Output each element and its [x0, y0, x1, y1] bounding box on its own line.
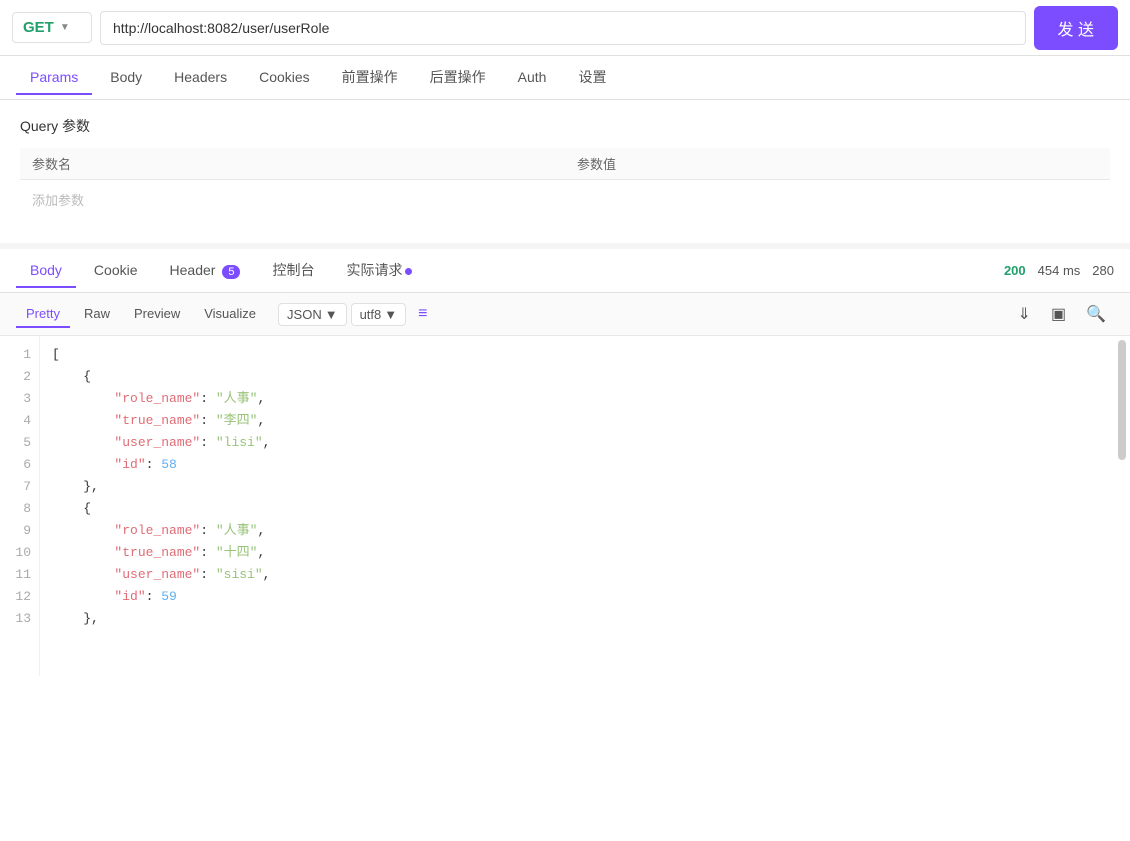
send-button[interactable]: 发 送: [1034, 6, 1118, 50]
status-code: 200: [1004, 263, 1026, 278]
tab-headers[interactable]: Headers: [160, 61, 241, 95]
body-tab-preview[interactable]: Preview: [124, 301, 190, 328]
tab-pre-action[interactable]: 前置操作: [328, 59, 412, 97]
response-time: 454 ms: [1038, 263, 1081, 278]
resp-tab-console[interactable]: 控制台: [258, 252, 328, 290]
format-label: JSON: [287, 307, 322, 322]
line-numbers: 1 2 3 4 5 6 7 8 9 10 11 12 13: [0, 336, 40, 676]
line-3: "role_name": "人事",: [52, 388, 1118, 410]
query-params-title: Query 参数: [20, 116, 1110, 136]
resp-tab-actual-request[interactable]: 实际请求: [332, 252, 426, 290]
body-tab-visualize[interactable]: Visualize: [194, 301, 266, 328]
encoding-selector[interactable]: utf8 ▼: [351, 303, 407, 326]
line-6: "id": 58: [52, 454, 1118, 476]
response-tabs-left: Body Cookie Header 5 控制台 实际请求: [16, 252, 426, 289]
line-2: {: [52, 366, 1118, 388]
tab-settings[interactable]: 设置: [564, 59, 620, 97]
line-8: {: [52, 498, 1118, 520]
encoding-label: utf8: [360, 307, 382, 322]
resp-tab-cookie[interactable]: Cookie: [80, 254, 152, 288]
body-toolbar: Pretty Raw Preview Visualize JSON ▼ utf8…: [0, 293, 1130, 336]
tab-cookies[interactable]: Cookies: [245, 61, 324, 95]
format-selector[interactable]: JSON ▼: [278, 303, 347, 326]
response-size: 280: [1092, 263, 1114, 278]
copy-icon[interactable]: ▣: [1043, 299, 1074, 329]
tab-params[interactable]: Params: [16, 61, 92, 95]
download-icon[interactable]: ⇓: [1010, 299, 1039, 329]
response-tabs-bar: Body Cookie Header 5 控制台 实际请求 200 454 ms…: [0, 249, 1130, 293]
url-input[interactable]: [100, 11, 1026, 45]
tab-post-action[interactable]: 后置操作: [416, 59, 500, 97]
line-10: "true_name": "十四",: [52, 542, 1118, 564]
line-4: "true_name": "李四",: [52, 410, 1118, 432]
search-icon[interactable]: 🔍: [1078, 299, 1114, 329]
header-badge: 5: [222, 265, 240, 279]
scrollbar-thumb[interactable]: [1118, 340, 1126, 460]
line-1: [: [52, 344, 1118, 366]
resp-tab-header[interactable]: Header 5: [156, 254, 255, 288]
params-section: Query 参数 参数名 参数值 添加参数: [0, 100, 1130, 235]
add-param-placeholder: 添加参数: [20, 180, 1110, 220]
response-meta: 200 454 ms 280: [1004, 263, 1114, 278]
line-9: "role_name": "人事",: [52, 520, 1118, 542]
code-area: 1 2 3 4 5 6 7 8 9 10 11 12 13 [ { "role_…: [0, 336, 1130, 676]
line-7: },: [52, 476, 1118, 498]
chevron-down-icon: ▼: [60, 22, 70, 33]
line-13: },: [52, 608, 1118, 630]
col-value-header: 参数值: [565, 148, 1110, 180]
body-tab-raw[interactable]: Raw: [74, 301, 120, 328]
line-12: "id": 59: [52, 586, 1118, 608]
top-bar: GET ▼ 发 送: [0, 0, 1130, 56]
code-content: [ { "role_name": "人事", "true_name": "李四"…: [40, 336, 1130, 676]
format-chevron-icon: ▼: [325, 307, 338, 322]
request-tabs: Params Body Headers Cookies 前置操作 后置操作 Au…: [0, 56, 1130, 100]
col-name-header: 参数名: [20, 148, 565, 180]
dot-indicator: [405, 268, 412, 275]
line-11: "user_name": "sisi",: [52, 564, 1118, 586]
body-tab-pretty[interactable]: Pretty: [16, 301, 70, 328]
add-param-row[interactable]: 添加参数: [20, 180, 1110, 220]
tab-auth[interactable]: Auth: [504, 61, 561, 95]
method-label: GET: [23, 19, 54, 36]
response-area: Body Cookie Header 5 控制台 实际请求 200 454 ms…: [0, 243, 1130, 676]
tab-body[interactable]: Body: [96, 61, 156, 95]
method-selector[interactable]: GET ▼: [12, 12, 92, 43]
resp-tab-body[interactable]: Body: [16, 254, 76, 288]
params-table: 参数名 参数值 添加参数: [20, 148, 1110, 219]
encoding-chevron-icon: ▼: [384, 307, 397, 322]
line-5: "user_name": "lisi",: [52, 432, 1118, 454]
wrap-button[interactable]: ≡: [410, 300, 435, 328]
